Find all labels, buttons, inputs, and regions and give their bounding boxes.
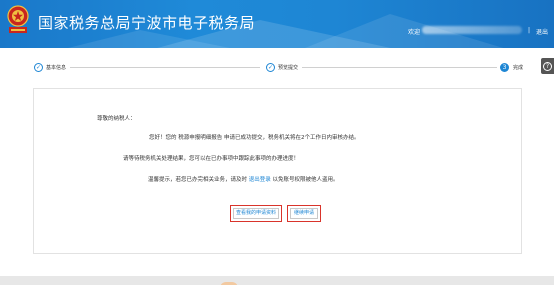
welcome-text: 欢迎 bbox=[408, 29, 421, 36]
step-3-number: 3 bbox=[500, 63, 509, 72]
step-2-check-icon: ✓ bbox=[266, 63, 275, 72]
footer-bar bbox=[0, 276, 554, 285]
step-connector bbox=[70, 67, 260, 68]
step-1-check-icon: ✓ bbox=[34, 63, 43, 72]
view-details-highlight: 查看我的申请资料 bbox=[230, 205, 282, 222]
site-title: 国家税务总局宁波市电子税务局 bbox=[38, 14, 256, 32]
view-my-application-button[interactable]: 查看我的申请资料 bbox=[233, 208, 279, 219]
reminder-suffix: 以免账号权限被他人盗用。 bbox=[272, 177, 339, 183]
tax-emblem-logo bbox=[7, 5, 29, 33]
step-label-complete: 完成 bbox=[513, 65, 524, 71]
help-button[interactable]: ? bbox=[541, 58, 554, 74]
reminder-message: 温馨提示，若您已办完相关业务，请及时 退出登录 以免账号权限被他人盗用。 bbox=[148, 175, 339, 183]
logout-link-inline[interactable]: 退出登录 bbox=[249, 177, 271, 183]
tracking-message: 请等待税务机关处理结果，您可以在已办事项中跟踪此事项的办理进度！ bbox=[123, 156, 300, 162]
success-message: 您好！您的 税源申报明细报告 申请已成功提交，税务机关将在2个工作日内审核办结。 bbox=[149, 135, 360, 141]
step-connector bbox=[302, 67, 497, 68]
continue-apply-button[interactable]: 继续申请 bbox=[290, 208, 318, 219]
logout-link[interactable]: 退出 bbox=[536, 27, 548, 36]
question-icon: ? bbox=[543, 61, 552, 71]
result-panel: 尊敬的纳税人： 您好！您的 税源申报明细报告 申请已成功提交，税务机关将在2个工… bbox=[33, 88, 522, 254]
continue-highlight: 继续申请 bbox=[287, 205, 321, 222]
top-header-bar: 国家税务总局宁波市电子税务局 欢迎 | 退出 bbox=[0, 0, 554, 48]
step-label-basic-info: 基本信息 bbox=[46, 65, 67, 71]
header-separator: | bbox=[528, 27, 531, 34]
user-name-redacted bbox=[422, 26, 522, 34]
greeting-text: 尊敬的纳税人： bbox=[97, 116, 136, 122]
step-label-preview-submit: 预览提交 bbox=[278, 65, 299, 71]
reminder-prefix: 温馨提示，若您已办完相关业务，请及时 bbox=[148, 177, 248, 183]
